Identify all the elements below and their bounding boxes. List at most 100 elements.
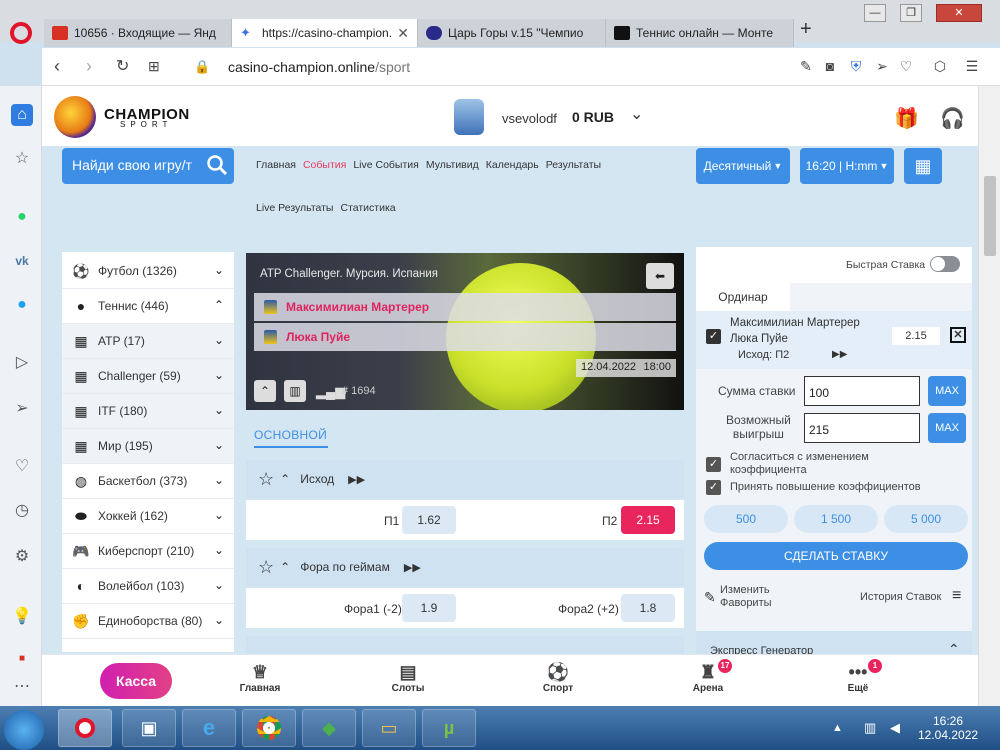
stake-max-button[interactable]: MAX bbox=[928, 376, 966, 406]
url-text[interactable]: casino-champion.online/sport bbox=[228, 59, 410, 75]
tabs-grid-icon[interactable]: ⊞ bbox=[148, 58, 160, 75]
heart-icon[interactable]: ♡ bbox=[11, 456, 33, 478]
headset-icon[interactable]: 🎧 bbox=[940, 106, 965, 131]
taskbar-clock[interactable]: 16:26 12.04.2022 bbox=[918, 714, 978, 742]
odd-button-p1[interactable]: 1.62 bbox=[402, 506, 456, 534]
menu-calendar[interactable]: Календарь bbox=[486, 159, 539, 171]
settings-gear-icon[interactable]: ⚙ bbox=[11, 546, 33, 568]
remove-selection-icon[interactable]: ✕ bbox=[950, 327, 966, 343]
tray-volume-icon[interactable]: ◀ bbox=[890, 720, 900, 736]
chevron-down-icon[interactable]: ⌄ bbox=[214, 333, 224, 347]
send-icon[interactable]: ➢ bbox=[874, 58, 890, 74]
chevron-down-icon[interactable]: ⌄ bbox=[214, 508, 224, 522]
chevron-down-icon[interactable]: ⌄ bbox=[214, 438, 224, 452]
selection-checkbox[interactable]: ✓ bbox=[706, 329, 721, 344]
new-tab-button[interactable]: + bbox=[800, 18, 812, 41]
chevron-down-icon[interactable]: ⌄ bbox=[214, 403, 224, 417]
collapse-chevron-icon[interactable]: ⌃ bbox=[280, 560, 290, 574]
odd-button-h2[interactable]: 1.8 bbox=[621, 594, 675, 622]
vk-icon[interactable]: vk bbox=[11, 250, 33, 272]
player-icon[interactable]: ▷ bbox=[11, 352, 33, 374]
chevron-down-icon[interactable]: ⌄ bbox=[214, 263, 224, 277]
champion-logo-icon[interactable] bbox=[54, 96, 96, 138]
tray-expand-icon[interactable]: ▲ bbox=[832, 722, 843, 734]
menu-statistics[interactable]: Статистика bbox=[340, 202, 395, 214]
settings-sliders-icon[interactable]: ☰ bbox=[964, 58, 980, 74]
utorrent-icon[interactable]: µ bbox=[422, 709, 476, 747]
favorite-star-icon[interactable]: ☆ bbox=[258, 557, 274, 578]
menu-live-results[interactable]: Live Результаты bbox=[256, 202, 333, 214]
accept-increase-checkbox[interactable]: ✓ bbox=[706, 480, 721, 495]
quick-amount-500[interactable]: 500 bbox=[704, 505, 788, 533]
scoreboard-icon[interactable]: ▥ bbox=[284, 380, 306, 402]
browser-tab-casino[interactable]: ✦ https://casino-champion.c ✕ bbox=[232, 19, 418, 47]
market-header-handicap[interactable]: ☆ ⌃ Фора по геймам ▶▶ bbox=[246, 548, 684, 586]
camera-icon[interactable]: ◙ bbox=[822, 58, 838, 74]
scrollbar-thumb[interactable] bbox=[984, 176, 996, 256]
gift-icon[interactable]: 🎁 bbox=[894, 106, 919, 131]
chevron-down-icon[interactable]: ⌄ bbox=[214, 543, 224, 557]
avatar[interactable] bbox=[454, 99, 484, 135]
close-tab-icon[interactable]: ✕ bbox=[397, 25, 409, 42]
bottom-nav-item[interactable]: ⚽ Спорт bbox=[518, 661, 598, 694]
cashier-button[interactable]: Касса bbox=[100, 663, 172, 699]
menu-multiview[interactable]: Мультивид bbox=[426, 159, 479, 171]
more-dots-icon[interactable]: ⋯ bbox=[11, 676, 33, 698]
heart-icon[interactable]: ♡ bbox=[898, 58, 914, 74]
menu-live-events[interactable]: Live События bbox=[353, 159, 419, 171]
tab-single-bet[interactable]: Ординар bbox=[696, 283, 790, 311]
bottom-nav-item[interactable]: ♜ Арена 17 bbox=[668, 659, 748, 694]
time-format-select[interactable]: 16:20 | H:mm ▼ bbox=[800, 148, 894, 184]
nav-item[interactable]: ▦ ATP (17) ⌄ bbox=[62, 324, 234, 359]
odd-button-h1[interactable]: 1.9 bbox=[402, 594, 456, 622]
browser-tab-tennis[interactable]: Теннис онлайн — Монте bbox=[606, 19, 794, 47]
opera-logo-icon[interactable] bbox=[10, 22, 32, 44]
collapse-chevron-icon[interactable]: ⌃ bbox=[280, 472, 290, 486]
page-scrollbar[interactable] bbox=[978, 86, 1000, 706]
tab-main-markets[interactable]: ОСНОВНОЙ bbox=[254, 428, 327, 442]
chevron-down-icon[interactable]: ⌄ bbox=[214, 613, 224, 627]
media-player-icon[interactable]: ▣ bbox=[122, 709, 176, 747]
send-icon[interactable]: ➢ bbox=[11, 398, 33, 420]
search-input[interactable]: Найди свою игру/т bbox=[62, 148, 234, 184]
nav-item[interactable]: ● Теннис (446) ⌃ bbox=[62, 289, 234, 324]
win-max-button[interactable]: MAX bbox=[928, 413, 966, 443]
home-icon[interactable]: ⌂ bbox=[11, 104, 33, 126]
menu-results[interactable]: Результаты bbox=[546, 159, 601, 171]
collapse-up-icon[interactable]: ⌃ bbox=[254, 380, 276, 402]
vpn-shield-icon[interactable]: ⛨ bbox=[848, 58, 864, 74]
edit-favorites-link[interactable]: Изменить Фавориты bbox=[720, 584, 772, 610]
stats-bars-icon[interactable]: ▂▄▆ bbox=[316, 384, 345, 400]
star-icon[interactable]: ☆ bbox=[11, 148, 33, 170]
odd-button-p2[interactable]: 2.15 bbox=[621, 506, 675, 534]
nav-item[interactable]: ▦ Challenger (59) ⌄ bbox=[62, 359, 234, 394]
chevron-down-icon[interactable]: ⌄ bbox=[214, 578, 224, 592]
bet-history-link[interactable]: История Ставок bbox=[860, 591, 941, 603]
tray-network-icon[interactable]: ▥ bbox=[864, 720, 876, 736]
history-clock-icon[interactable]: ◷ bbox=[11, 500, 33, 522]
menu-events[interactable]: События bbox=[303, 159, 346, 171]
back-arrow-icon[interactable]: ⬅ bbox=[646, 263, 674, 289]
edit-icon[interactable]: ✎ bbox=[798, 58, 814, 74]
bottom-nav-item[interactable]: ♕ Главная bbox=[220, 661, 300, 694]
extension-icon[interactable]: ■ bbox=[11, 648, 33, 670]
chevron-up-icon[interactable]: ⌃ bbox=[214, 298, 224, 312]
calculator-icon[interactable]: ▦ bbox=[904, 148, 942, 184]
minimize-button[interactable]: — bbox=[864, 4, 886, 22]
cube-icon[interactable]: ⬡ bbox=[932, 58, 948, 74]
search-icon[interactable] bbox=[206, 154, 228, 176]
nav-item[interactable]: ⬬ Хоккей (162) ⌄ bbox=[62, 499, 234, 534]
place-bet-button[interactable]: СДЕЛАТЬ СТАВКУ bbox=[704, 542, 968, 570]
back-icon[interactable]: ‹ bbox=[54, 56, 60, 77]
chevron-down-icon[interactable]: ⌄ bbox=[214, 473, 224, 487]
username[interactable]: vsevolodf bbox=[502, 111, 557, 126]
agree-change-checkbox[interactable]: ✓ bbox=[706, 457, 721, 472]
edit-pencil-icon[interactable]: ✎ bbox=[704, 589, 716, 606]
forward-icon[interactable]: › bbox=[86, 56, 92, 77]
close-window-button[interactable]: ✕ bbox=[936, 4, 982, 22]
bottom-nav-item[interactable]: ▤ Слоты bbox=[368, 661, 448, 694]
bottom-nav-item[interactable]: ••• Ещё 1 bbox=[818, 659, 898, 694]
maximize-button[interactable]: ❐ bbox=[900, 4, 922, 22]
nav-item[interactable]: 🎮 Киберспорт (210) ⌄ bbox=[62, 534, 234, 569]
nav-item[interactable]: ◐ Волейбол (103) ⌄ bbox=[62, 569, 234, 604]
